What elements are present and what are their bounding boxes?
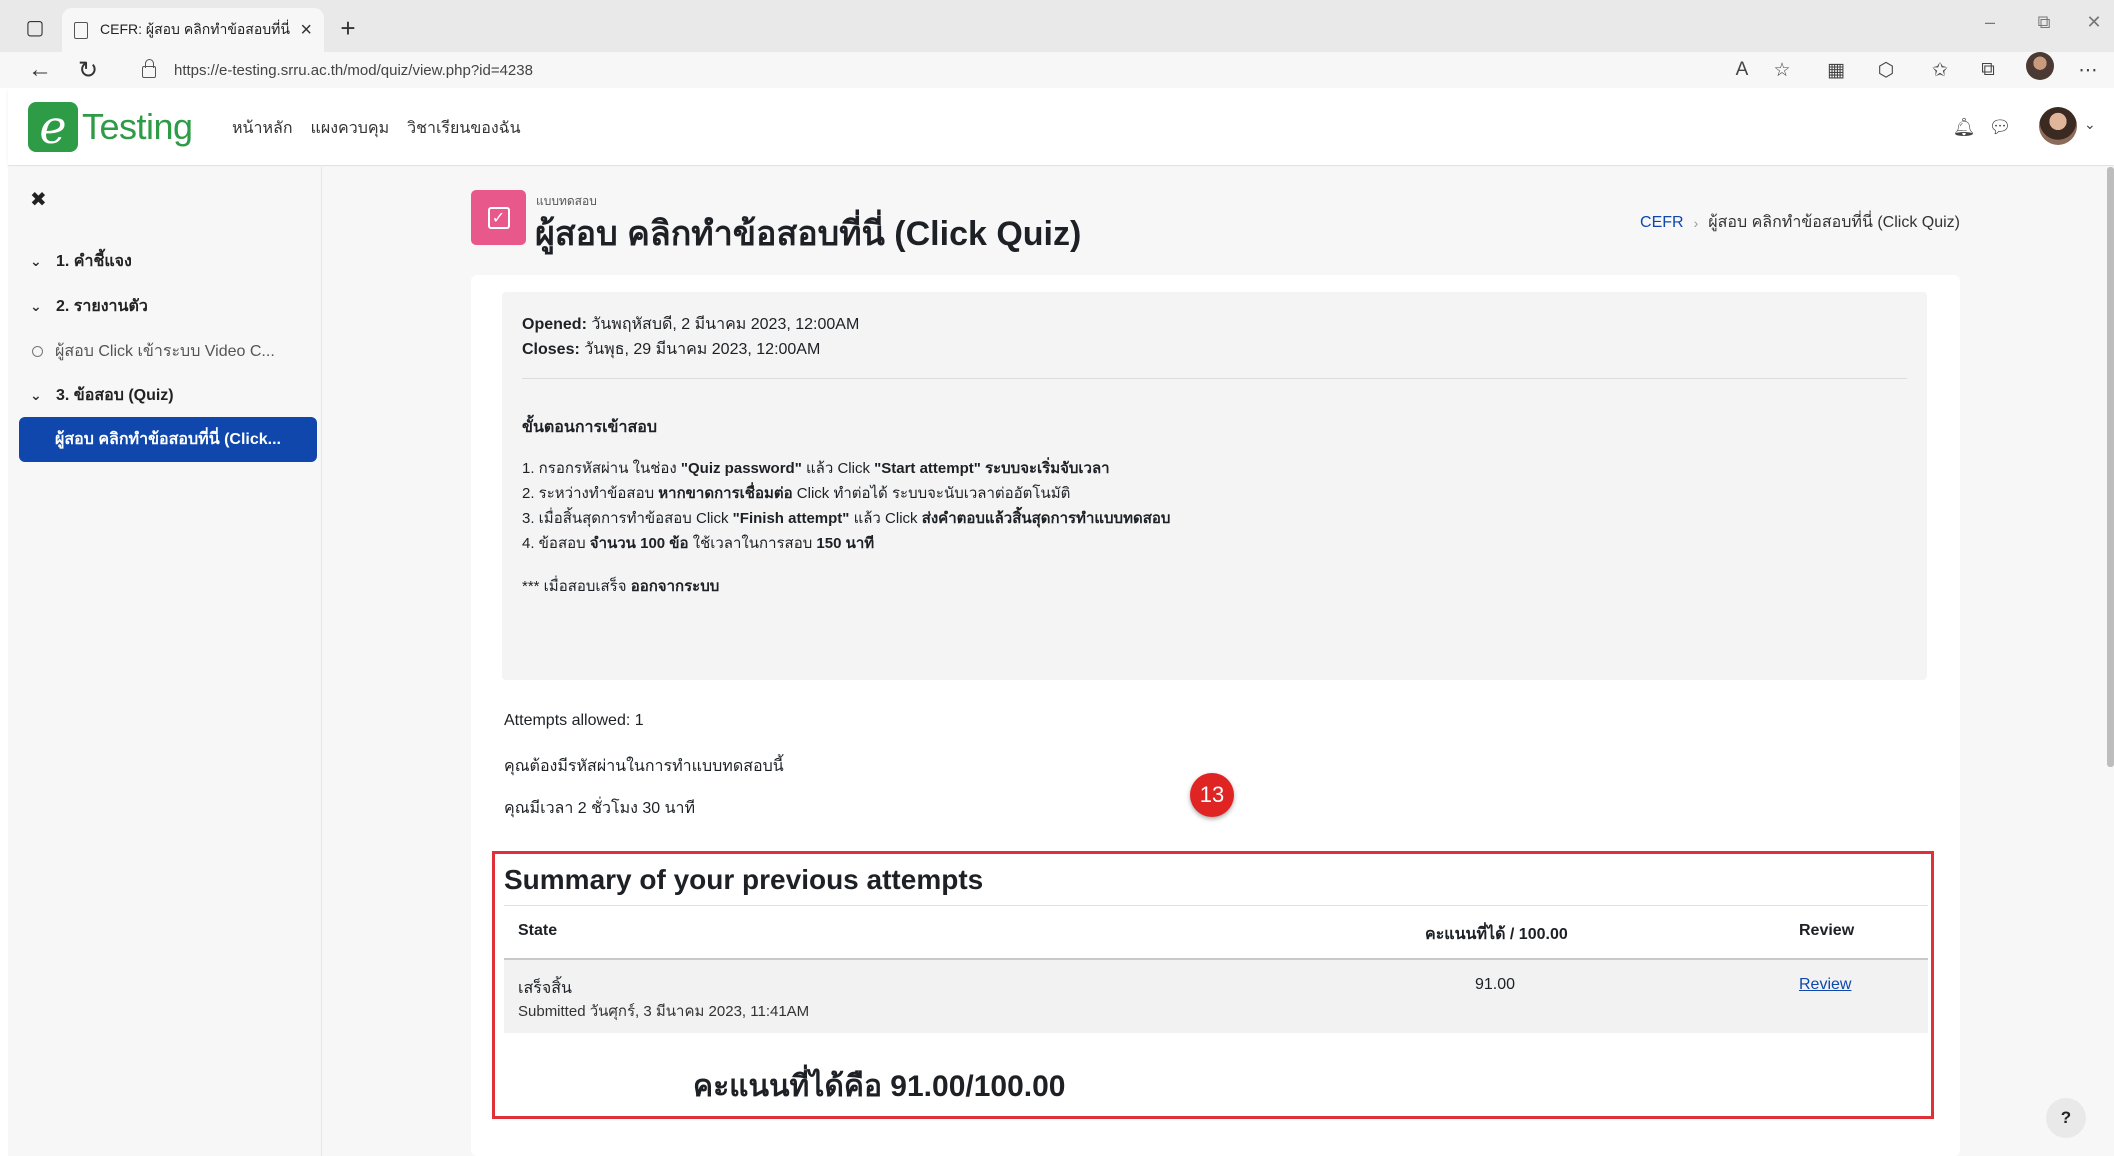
site-header: e Testing หน้าหลัก แผงควบคุม วิชาเรียนขอ…	[8, 88, 2114, 166]
table-divider	[504, 905, 1928, 906]
minimize-icon[interactable]: –	[1970, 12, 2010, 33]
sidebar-item-click-quiz[interactable]: ผู้สอบ คลิกทำข้อสอบที่นี่ (Click...	[19, 417, 317, 462]
new-tab-icon[interactable]: +	[332, 12, 364, 44]
qr-icon[interactable]: ▦	[1822, 56, 1850, 84]
browser-profile-icon[interactable]	[2026, 52, 2054, 80]
attempt-score: 91.00	[1475, 976, 1516, 993]
opened-value: วันพฤหัสบดี, 2 มีนาคม 2023, 12:00AM	[591, 316, 860, 333]
chevron-down-icon[interactable]: ⌄	[30, 387, 48, 404]
logo-text: Testing	[82, 106, 193, 147]
attempt-state: เสร็จสิ้น	[518, 980, 572, 997]
logout-note: *** เมื่อสอบเสร็จ ออกจากระบบ	[522, 578, 720, 595]
step-item: 4. ข้อสอบ จำนวน 100 ข้อ ใช้เวลาในการสอบ …	[522, 535, 875, 552]
help-button[interactable]: ?	[2046, 1098, 2086, 1138]
breadcrumb: CEFR › ผู้สอบ คลิกทำข้อสอบที่นี่ (Click …	[1640, 210, 1960, 235]
sidebar-item-video[interactable]: ผู้สอบ Click เข้าระบบ Video C...	[30, 339, 275, 364]
sidebar-item-label: ผู้สอบ คลิกทำข้อสอบที่นี่ (Click...	[55, 431, 281, 448]
browser-tabbar: ▢ CEFR: ผู้สอบ คลิกทำข้อสอบที่นี่ (Click…	[0, 0, 2114, 52]
steps-list: 1. กรอกรหัสผ่าน ในช่อง "Quiz password" แ…	[522, 456, 1170, 556]
nav-my-courses[interactable]: วิชาเรียนของฉัน	[407, 116, 520, 141]
divider	[522, 378, 1907, 379]
step-item: 3. เมื่อสิ้นสุดการทำข้อสอบ Click "Finish…	[522, 510, 1171, 527]
close-window-icon[interactable]: ✕	[2074, 12, 2114, 33]
chat-icon[interactable]: 💬︎	[1987, 114, 2013, 140]
column-header-score: คะแนนที่ได้ / 100.00	[1425, 926, 1568, 943]
back-icon[interactable]: ←	[24, 54, 56, 86]
page-scrollbar[interactable]	[2107, 167, 2114, 767]
close-icon[interactable]: ✖	[30, 187, 47, 212]
sidebar-item-label: ผู้สอบ Click เข้าระบบ Video C...	[55, 343, 275, 360]
sidebar-section-quiz[interactable]: ⌄ 3. ข้อสอบ (Quiz)	[30, 383, 174, 408]
breadcrumb-course-link[interactable]: CEFR	[1640, 214, 1684, 232]
chevron-down-icon[interactable]: ⌄	[30, 298, 48, 315]
password-required-note: คุณต้องมีรหัสผ่านในการทำแบบทดสอบนี้	[504, 758, 784, 775]
step-item: 1. กรอกรหัสผ่าน ในช่อง "Quiz password" แ…	[522, 460, 1110, 477]
review-link[interactable]: Review	[1799, 976, 1851, 994]
sidebar-section-instructions[interactable]: ⌄ 1. คำชี้แจง	[30, 249, 132, 274]
course-index-drawer: ✖ ⌄ 1. คำชี้แจง ⌄ 2. รายงานตัว ผู้สอบ Cl…	[8, 167, 322, 1156]
url-text: https://e-testing.srru.ac.th/mod/quiz/vi…	[174, 61, 533, 79]
quiz-activity-icon: ✓	[471, 190, 526, 245]
attempt-submitted: Submitted วันศุกร์, 3 มีนาคม 2023, 11:41…	[518, 1003, 810, 1020]
browser-tab[interactable]: CEFR: ผู้สอบ คลิกทำข้อสอบที่นี่ (Click ×	[62, 8, 324, 52]
sidebar-section-report[interactable]: ⌄ 2. รายงานตัว	[30, 294, 148, 319]
sidebar-item-label: 3. ข้อสอบ (Quiz)	[56, 387, 174, 404]
more-icon[interactable]: ⋯	[2074, 56, 2102, 84]
incomplete-circle-icon	[32, 346, 43, 357]
summary-title: Summary of your previous attempts	[504, 864, 984, 895]
page-title: ผู้สอบ คลิกทำข้อสอบที่นี่ (Click Quiz)	[535, 215, 1082, 253]
refresh-icon[interactable]: ↻	[72, 54, 104, 86]
step-item: 2. ระหว่างทำข้อสอบ หากขาดการเชื่อมต่อ Cl…	[522, 485, 1071, 502]
page-icon	[74, 21, 88, 39]
steps-heading: ขั้นตอนการเข้าสอบ	[522, 419, 657, 436]
favorites-icon[interactable]: ✩	[1926, 56, 1954, 84]
quiz-dates: Opened: วันพฤหัสบดี, 2 มีนาคม 2023, 12:0…	[522, 312, 859, 362]
restore-icon[interactable]: ⧉	[2024, 12, 2064, 33]
nav-home[interactable]: หน้าหลัก	[232, 116, 293, 141]
attempts-allowed: Attempts allowed: 1	[504, 712, 644, 729]
avatar[interactable]	[2039, 107, 2077, 145]
lock-icon	[142, 59, 156, 78]
opened-label: Opened:	[522, 316, 587, 333]
tab-close-icon[interactable]: ×	[300, 19, 312, 42]
closes-label: Closes:	[522, 341, 580, 358]
top-nav: หน้าหลัก แผงควบคุม วิชาเรียนของฉัน	[232, 116, 521, 141]
sidebar-item-label: 2. รายงานตัว	[56, 298, 148, 315]
time-limit: คุณมีเวลา 2 ชั่วโมง 30 นาที	[504, 800, 696, 817]
column-header-review: Review	[1799, 922, 1855, 939]
column-header-state: State	[518, 922, 558, 939]
tab-actions-icon[interactable]: ▢	[18, 13, 52, 41]
final-score-text: คะแนนที่ได้คือ 91.00/100.00	[693, 1070, 1066, 1103]
chevron-down-icon[interactable]: ⌄	[2084, 116, 2096, 133]
extensions-icon[interactable]: ⬡	[1872, 56, 1900, 84]
read-aloud-icon[interactable]: A	[1728, 56, 1756, 84]
checkbox-icon: ✓	[487, 206, 510, 229]
url-field[interactable]: https://e-testing.srru.ac.th/mod/quiz/vi…	[122, 54, 1822, 86]
logo-mark: e	[28, 102, 78, 152]
closes-value: วันพุธ, 29 มีนาคม 2023, 12:00AM	[584, 341, 821, 358]
address-bar: ← ↻ https://e-testing.srru.ac.th/mod/qui…	[0, 52, 2114, 88]
collections-icon[interactable]: ⧉	[1974, 56, 2002, 84]
tab-title: CEFR: ผู้สอบ คลิกทำข้อสอบที่นี่ (Click	[100, 21, 294, 37]
favorite-add-icon[interactable]: ☆	[1768, 56, 1796, 84]
nav-dashboard[interactable]: แผงควบคุม	[311, 116, 390, 141]
bell-icon[interactable]: 🔔︎	[1951, 114, 1977, 140]
chevron-right-icon: ›	[1693, 214, 1699, 231]
chevron-down-icon[interactable]: ⌄	[30, 253, 48, 270]
annotation-step-badge: 13	[1190, 773, 1234, 817]
sidebar-item-label: 1. คำชี้แจง	[56, 253, 132, 270]
breadcrumb-current: ผู้สอบ คลิกทำข้อสอบที่นี่ (Click Quiz)	[1708, 214, 1960, 231]
etesting-logo[interactable]: e Testing	[28, 102, 193, 152]
